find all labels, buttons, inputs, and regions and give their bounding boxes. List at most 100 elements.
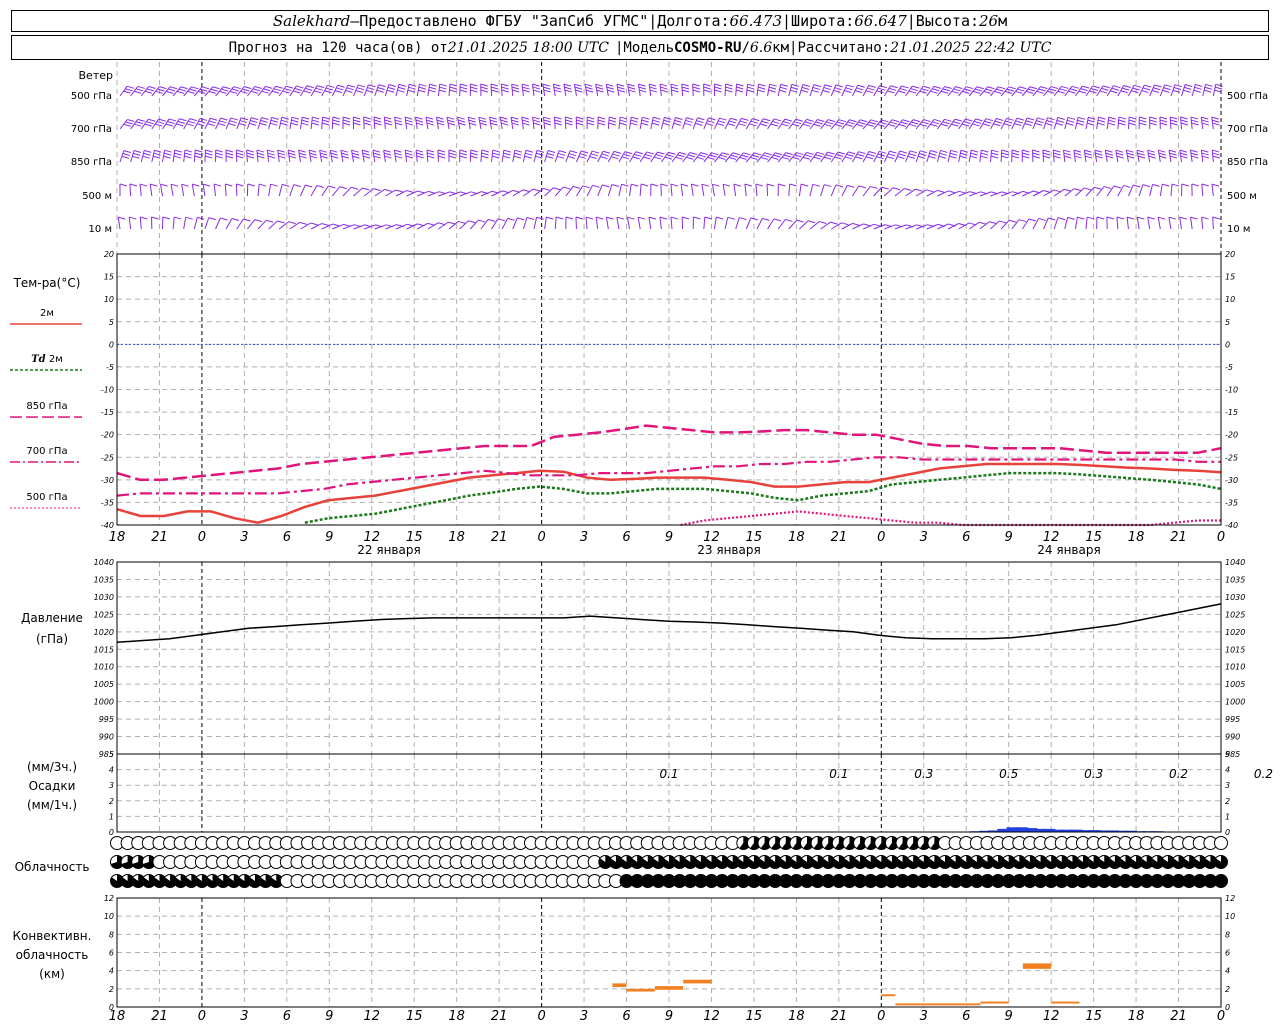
wind-barb-flag — [156, 121, 165, 125]
x-tick-label-bottom: 15 — [1085, 1009, 1102, 1024]
wind-barb-flag — [543, 89, 551, 93]
wind-barb-flag — [785, 152, 793, 156]
wind-barb-flag — [1067, 216, 1075, 220]
wind-barb-flag — [744, 183, 752, 187]
x-tick-label: 0 — [877, 530, 885, 545]
wind-barb-flag — [783, 154, 791, 158]
wind-barb-flag — [301, 119, 309, 123]
wind-barb-flag — [755, 183, 764, 187]
wind-barb-flag — [813, 123, 821, 127]
wind-barb-flag — [225, 183, 233, 187]
wind-barb-flag — [1110, 90, 1118, 94]
wind-level-700hpa-right: 700 гПа — [1227, 124, 1268, 135]
wind-barb-flag — [823, 156, 832, 160]
wind-barb-flag — [181, 183, 189, 187]
wind-barb-flag — [1029, 86, 1038, 90]
wind-barb-flag — [827, 151, 835, 155]
wind-barb-flag — [230, 117, 238, 121]
wind-barb-flag — [119, 183, 128, 187]
y-tick-label: 0 — [109, 828, 114, 837]
wind-barb-flag — [696, 156, 705, 160]
conv-bar — [895, 1003, 981, 1006]
wind-barb-flag — [921, 121, 929, 125]
wind-barb-flag — [547, 149, 556, 153]
wind-barb-flag — [847, 184, 855, 188]
y-tick-label: -5 — [106, 363, 114, 372]
wind-barb-flag — [607, 89, 615, 93]
wind-barb-flag — [546, 155, 554, 159]
conv-bar — [612, 983, 627, 988]
wind-barb-flag — [813, 84, 821, 88]
wind-barb-flag — [716, 123, 725, 127]
wind-barb-flag — [951, 123, 959, 127]
wind-barb-flag — [949, 155, 957, 159]
wind-barb-flag — [327, 84, 335, 88]
wind-barb — [701, 184, 705, 197]
x-tick-label: 3 — [240, 530, 248, 545]
wind-barb-flag — [1096, 216, 1105, 220]
wind-barb-flag — [526, 217, 535, 221]
wind-barb-flag — [838, 119, 846, 123]
wind-barb-flag — [291, 119, 299, 123]
wind-barb-flag — [675, 116, 683, 120]
wind-barb-flag — [1087, 122, 1095, 126]
wind-barb — [342, 186, 352, 197]
wind-barb-flag — [252, 88, 261, 92]
wind-barb-flag — [775, 152, 783, 156]
wind-barb-flag — [619, 119, 628, 123]
legend-td: Td 2м — [31, 354, 63, 365]
wind-barb-flag — [135, 121, 144, 125]
wind-barb-flag — [912, 119, 921, 123]
wind-barb-flag — [1159, 155, 1167, 159]
wind-barb-flag — [162, 216, 170, 220]
wind-barb-flag — [575, 216, 584, 220]
wind-barb-flag — [342, 116, 351, 120]
wind-barb-flag — [858, 121, 866, 125]
wind-barb-flag — [1032, 155, 1040, 159]
wind-barb-flag — [574, 86, 583, 90]
wind-barb-flag — [587, 116, 595, 120]
wind-barb-flag — [277, 220, 285, 224]
wind-barb-flag — [320, 152, 328, 156]
temp-series-1 — [304, 471, 1222, 524]
wind-barb-flag — [386, 89, 395, 93]
wind-barb-flag — [1048, 217, 1056, 221]
wind-barb-flag — [176, 123, 184, 127]
wind-barb-flag — [271, 116, 279, 120]
wind-barb-flag — [686, 156, 694, 160]
wind-barb-flag — [856, 87, 864, 91]
wind-barb-flag — [970, 149, 979, 153]
x-tick-label-bottom: 21 — [1170, 1009, 1187, 1024]
wind-barb — [1149, 184, 1154, 197]
x-tick-label: 18 — [1128, 530, 1145, 545]
wind-barb-flag — [944, 118, 952, 122]
wind-barb-flag — [1214, 86, 1223, 90]
wind-barb-flag — [1179, 149, 1187, 153]
wind-barb-flag — [377, 86, 385, 90]
wind-barb-flag — [597, 119, 606, 123]
wind-barb — [629, 184, 632, 197]
wind-barb-flag — [1095, 152, 1103, 156]
wind-barb-flag — [1201, 155, 1210, 159]
wind-barb-flag — [553, 83, 561, 87]
wind-barb-flag — [457, 116, 465, 120]
y-tick-label-right: -10 — [1225, 386, 1238, 395]
wind-barb-flag — [727, 216, 735, 220]
wind-barb-flag — [970, 152, 978, 156]
wind-barb-flag — [922, 85, 931, 89]
wind-barb-flag — [1158, 149, 1166, 153]
precip-3h-label: 0.2 — [1169, 767, 1188, 781]
wind-barb-flag — [826, 121, 834, 125]
wind-barb-flag — [254, 219, 263, 223]
x-tick-label-bottom: 12 — [703, 1009, 720, 1024]
wind-barb — [1074, 217, 1078, 230]
wind-barb-flag — [492, 149, 500, 153]
wind-barb-flag — [353, 122, 361, 126]
wind-barb-flag — [579, 153, 588, 157]
wind-barb-flag — [543, 116, 551, 120]
wind-barb-flag — [639, 89, 647, 93]
x-tick-label: 18 — [109, 530, 126, 545]
wind-barb-flag — [150, 183, 158, 187]
wind-barb-flag — [928, 155, 936, 159]
wind-barb-flag — [564, 89, 572, 93]
